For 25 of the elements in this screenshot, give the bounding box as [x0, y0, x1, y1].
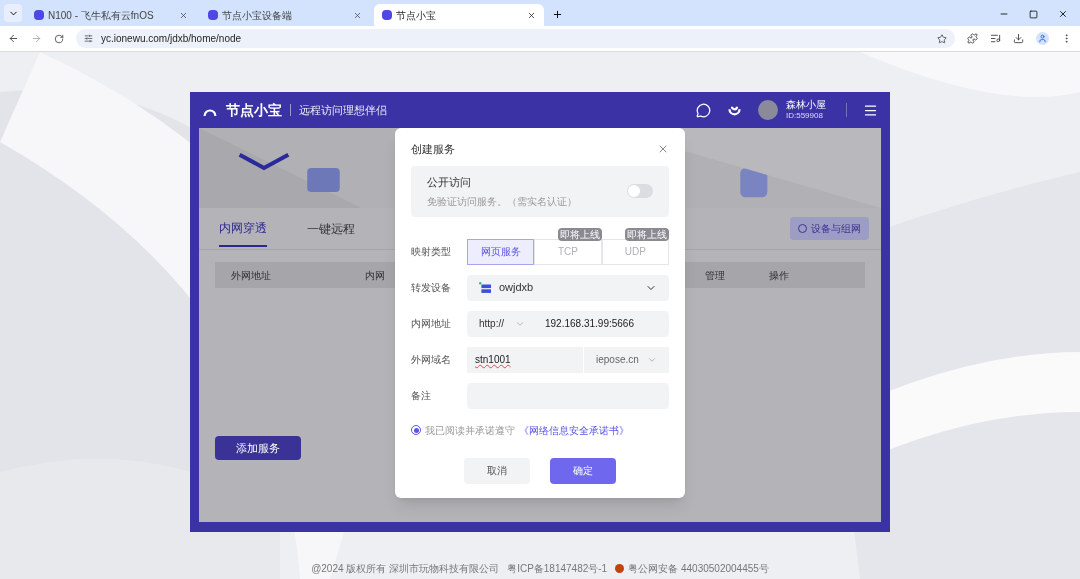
extensions-icon[interactable]	[967, 33, 978, 44]
download-icon[interactable]	[1013, 33, 1024, 44]
bookmark-icon[interactable]	[937, 33, 947, 44]
back-icon[interactable]	[8, 33, 19, 44]
maximize-icon[interactable]	[1029, 10, 1038, 19]
address-bar[interactable]: yc.ionewu.com/jdxb/home/node	[76, 29, 955, 48]
browser-tab[interactable]: N100 - 飞牛私有云fnOS	[26, 4, 196, 26]
close-icon[interactable]	[353, 10, 362, 20]
media-icon[interactable]	[990, 33, 1001, 44]
tab-favicon-icon	[382, 10, 392, 20]
close-icon[interactable]	[527, 10, 536, 20]
tab-title: N100 - 飞牛私有云fnOS	[48, 8, 155, 23]
close-window-icon[interactable]	[1058, 9, 1068, 19]
new-tab-icon[interactable]	[552, 9, 563, 20]
browser-tab[interactable]: 节点小宝	[374, 4, 544, 26]
tab-title: 节点小宝	[396, 8, 437, 23]
tab-title: 节点小宝设备端	[222, 8, 293, 23]
close-icon[interactable]	[179, 10, 188, 20]
site-info-icon[interactable]	[84, 34, 93, 43]
url-text: yc.ionewu.com/jdxb/home/node	[101, 32, 243, 46]
browser-tab[interactable]: 节点小宝设备端	[200, 4, 370, 26]
tab-favicon-icon	[34, 10, 44, 20]
profile-icon[interactable]	[1036, 32, 1049, 45]
tab-favicon-icon	[208, 10, 218, 20]
reload-icon[interactable]	[54, 33, 64, 44]
